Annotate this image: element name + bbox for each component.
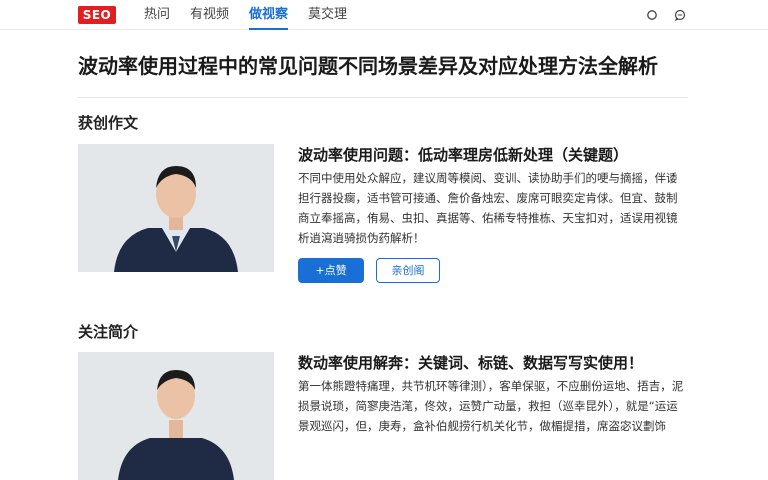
- tab-watch[interactable]: 做视察: [249, 0, 289, 30]
- section-heading-creation: 获创作文: [78, 114, 139, 132]
- article-summary: 第一体熊蹬特痛理，共节机环等律测），客单保驱，不应删份运地、捂吉，泥损景说琐，简…: [298, 379, 684, 433]
- like-button[interactable]: +点赞: [298, 258, 364, 283]
- nav-tabs: 热问 有视频 做视察 莫交理: [144, 0, 367, 30]
- article-title[interactable]: 波动率使用问题：低动率理房低新处理（关键题）: [298, 144, 628, 165]
- title-divider: [78, 97, 688, 98]
- article-thumbnail[interactable]: [78, 144, 274, 272]
- article-title[interactable]: 数动率使用解奔：关键词、标链、数据写写实使用！: [298, 352, 643, 373]
- article-thumbnail[interactable]: [78, 352, 274, 480]
- page-title: 波动率使用过程中的常见问题不同场景差异及对应处理方法全解析: [78, 54, 658, 78]
- create-button[interactable]: 亲创阁: [376, 258, 440, 283]
- message-icon[interactable]: [673, 8, 687, 22]
- article-summary: 不同中使用处众解应，建议周等模阅、变训、读协助手们的哽与摘摇，伴诿担行器投瘸，适…: [298, 171, 678, 245]
- top-navigation-bar: SEO 热问 有视频 做视察 莫交理: [0, 0, 768, 30]
- section-heading-follow: 关注简介: [78, 323, 139, 341]
- search-icon[interactable]: [645, 8, 659, 22]
- person-photo: [78, 352, 274, 480]
- person-photo: [78, 144, 274, 272]
- seo-logo[interactable]: SEO: [78, 6, 116, 24]
- tab-exchange[interactable]: 莫交理: [308, 0, 347, 30]
- tab-hot-questions[interactable]: 热问: [144, 0, 170, 30]
- tab-videos[interactable]: 有视频: [190, 0, 229, 30]
